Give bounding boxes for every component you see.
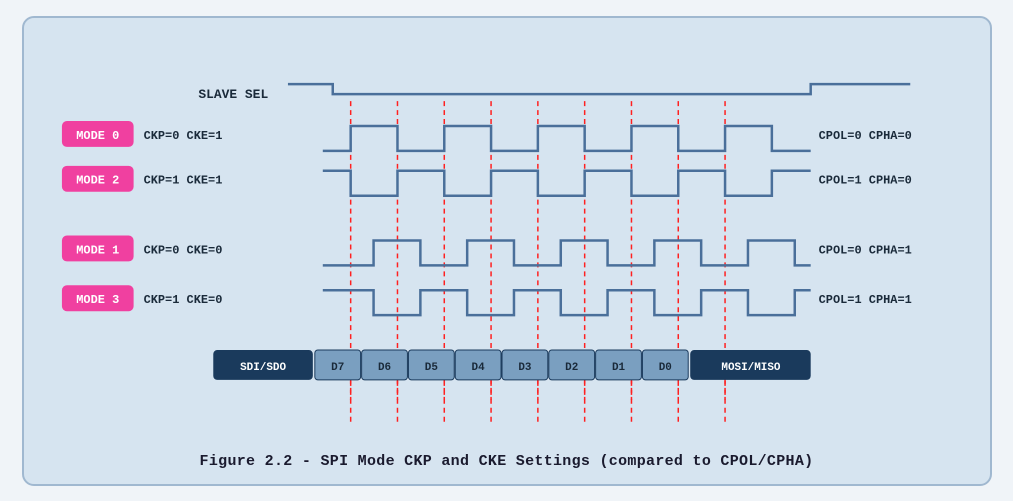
mode1-label: MODE 1 [76,243,119,257]
slave-sel-label: SLAVE SEL [198,87,268,102]
mode2-params: CKP=1 CKE=1 [143,173,222,187]
d6-label: D6 [377,361,390,373]
d1-label: D1 [611,361,625,373]
mode2-right-params: CPOL=1 CPHA=0 [818,173,911,187]
mode0-right-params: CPOL=0 CPHA=0 [818,128,911,142]
d7-label: D7 [331,361,344,373]
figure-caption: Figure 2.2 - SPI Mode CKP and CKE Settin… [200,453,814,470]
sdi-sdo-label: SDI/SDO [240,361,286,373]
mode2-label: MODE 2 [76,173,119,187]
d5-label: D5 [424,361,437,373]
mode1-params: CKP=0 CKE=0 [143,243,222,257]
diagram-container: text { font-family: 'Courier New', Couri… [22,16,992,486]
mode0-params: CKP=0 CKE=1 [143,128,222,142]
d4-label: D4 [471,361,485,373]
d0-label: D0 [658,361,671,373]
mosi-miso-label: MOSI/MISO [721,361,781,373]
mode3-params: CKP=1 CKE=0 [143,293,222,307]
mode3-label: MODE 3 [76,293,119,307]
diagram-area: text { font-family: 'Courier New', Couri… [44,36,970,445]
d2-label: D2 [565,361,578,373]
d3-label: D3 [518,361,532,373]
mode1-right-params: CPOL=0 CPHA=1 [818,243,911,257]
mode3-right-params: CPOL=1 CPHA=1 [818,293,911,307]
mode0-label: MODE 0 [76,128,119,142]
